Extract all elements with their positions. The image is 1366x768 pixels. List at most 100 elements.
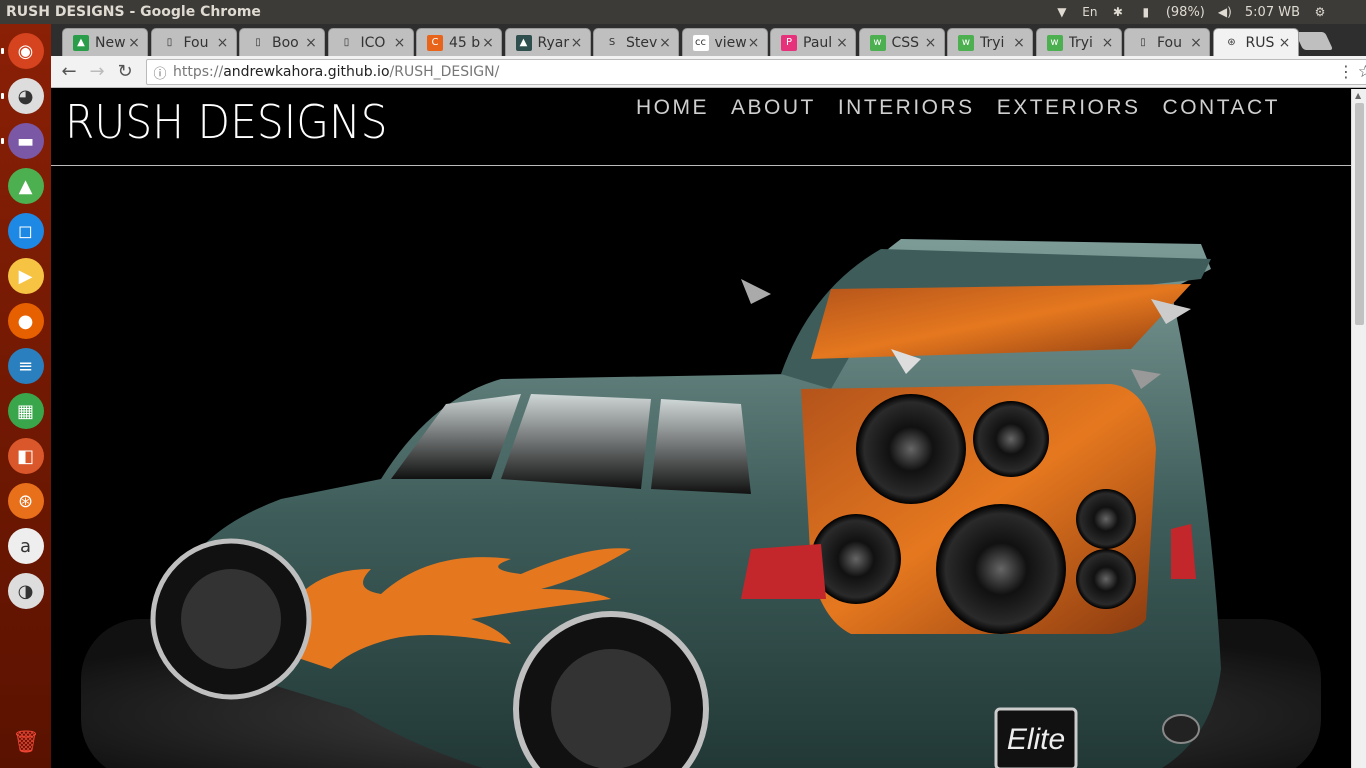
scrollbar-thumb[interactable] [1355,103,1364,325]
browser-tab[interactable]: ▲ New × [62,28,148,56]
android-studio-icon[interactable]: ▲ [7,168,44,204]
car-window-front [651,399,751,494]
chrome-tab-strip: ▲ New × ▯ Fou × ▯ Boo × ▯ ICO × C 45 b × ▲ Ryar × S Stev × cc… [51,24,1366,56]
tab-label: view [714,34,747,51]
site-brand-logo[interactable]: RUSH DESIGNS [65,95,388,149]
chrome-toolbar: ← → ↻ ⓘ https://andrewkahora.github.io/R… [51,56,1366,88]
web-page: Elite RUSH DESIGNS HOME ABOUT INTERIORS … [51,89,1351,768]
clock[interactable]: 5:07 WB [1245,5,1300,20]
tab-close-icon[interactable]: × [924,35,938,51]
browser-tab[interactable]: ▯ ICO × [327,28,414,56]
tab-close-icon[interactable]: × [127,35,141,51]
tab-label: Fou [183,34,209,51]
tab-close-icon[interactable]: × [747,35,761,51]
browser-tab[interactable]: ▯ Fou × [150,28,237,56]
calc-icon[interactable]: ▦ [7,393,44,429]
hero-car-image: Elite [81,239,1321,768]
speaker-mid-top [973,401,1049,477]
browser-tab[interactable]: ▲ Ryar × [504,28,591,56]
tab-close-icon[interactable]: × [304,35,318,51]
tab-close-icon[interactable]: × [481,35,495,51]
window-title: RUSH DESIGNS - Google Chrome [6,4,261,20]
tab-close-icon[interactable]: × [393,35,407,51]
page-scrollbar[interactable]: ▲ [1351,89,1366,768]
nav-exteriors[interactable]: EXTERIORS [997,96,1141,120]
url-scheme: https:// [173,64,224,80]
browser-tab[interactable]: ⊛ RUS × [1212,28,1299,56]
tab-label: Ryar [537,34,570,51]
header-divider [51,165,1351,166]
browser-tab[interactable]: w Tryi × [1035,28,1122,56]
battery-percent[interactable]: (98%) [1166,5,1205,20]
browser-tab[interactable]: w Tryi × [947,28,1033,56]
browser-tab[interactable]: ▯ Fou × [1124,28,1210,56]
nav-about[interactable]: ABOUT [731,96,816,120]
amazon-icon[interactable]: a [7,528,44,564]
tab-favicon-icon: ▯ [166,37,173,48]
impress-icon[interactable]: ◧ [7,438,44,474]
tab-close-icon[interactable]: × [1278,35,1292,51]
tab-label: 45 b [449,34,481,51]
writer-icon[interactable]: ≡ [7,348,44,384]
volume-icon[interactable]: ◀) [1217,5,1233,19]
license-plate-text: Elite [1007,723,1065,756]
settings-toggle-icon[interactable]: ◑ [7,573,44,609]
battery-icon[interactable]: ▮ [1138,5,1154,19]
tab-close-icon[interactable]: × [1012,35,1026,51]
tab-close-icon[interactable]: × [1101,35,1115,51]
scroll-up-arrow-icon[interactable]: ▲ [1355,91,1361,100]
trash-icon[interactable]: 🗑 [12,730,40,758]
chrome-menu-icon[interactable]: ⋮ [1338,62,1354,81]
browser-tab[interactable]: ▯ Boo × [239,28,325,56]
tab-close-icon[interactable]: × [835,35,849,51]
tab-label: New [95,34,126,51]
nav-home[interactable]: HOME [636,96,709,120]
bookmark-star-icon[interactable]: ☆ [1358,62,1366,82]
site-info-icon[interactable]: ⓘ [147,63,173,82]
system-top-panel: RUSH DESIGNS - Google Chrome ▼ En ✱ ▮ (9… [0,0,1366,24]
system-tray: ▼ En ✱ ▮ (98%) ◀) 5:07 WB ⚙ [1054,5,1366,20]
exhaust-pipe [1162,714,1200,744]
tab-label: Tryi [980,34,1005,51]
browser-tab[interactable]: w CSS × [858,28,945,56]
unity-launcher: ◉ ◕ ▬ ▲ ◻ ▶ ● ≡ ▦ ◧ ⊛ a ◑ 🗑 [0,24,51,768]
browser-tab[interactable]: C 45 b × [416,28,502,56]
bluetooth-icon[interactable]: ✱ [1110,5,1126,19]
browser-tab[interactable]: S Stev × [593,28,679,56]
tab-close-icon[interactable]: × [216,35,230,51]
tab-favicon-icon: ⊛ [1227,37,1236,48]
media-player-icon[interactable]: ▶ [7,258,44,294]
tab-label: Paul [803,34,833,51]
firefox-icon[interactable]: ● [7,303,44,339]
software-center-icon[interactable]: ⊛ [7,483,44,519]
browser-tab[interactable]: cc view × [681,28,768,56]
tab-favicon-icon: ▲ [515,34,532,51]
tab-close-icon[interactable]: × [570,35,584,51]
power-gear-icon[interactable]: ⚙ [1312,5,1328,19]
chrome-icon[interactable]: ◕ [0,78,44,114]
nav-contact[interactable]: CONTACT [1163,96,1280,120]
reload-icon[interactable]: ↻ [111,61,139,82]
keyboard-layout-icon[interactable]: En [1082,5,1098,19]
tab-close-icon[interactable]: × [1189,35,1203,51]
tab-label: Fou [1157,34,1182,51]
address-bar[interactable]: ⓘ https://andrewkahora.github.io/RUSH_DE… [146,59,1366,85]
nav-interiors[interactable]: INTERIORS [838,96,975,120]
browser-tab[interactable]: P Paul × [770,28,856,56]
back-arrow-icon[interactable]: ← [55,61,83,82]
app-icon[interactable]: ◻ [7,213,44,249]
tab-label: CSS [891,34,920,51]
ubuntu-dash-icon[interactable]: ◉ [0,33,44,69]
tab-label: Stev [626,34,658,51]
tab-favicon-icon: ▯ [1140,37,1146,48]
speaker-large-top [856,394,966,504]
tab-label: RUS [1245,34,1275,51]
url-path: /RUSH_DESIGN/ [389,64,500,80]
files-icon[interactable]: ▬ [0,123,44,159]
speaker-small-right-2 [1076,549,1136,609]
forward-arrow-icon[interactable]: → [83,61,111,82]
tab-close-icon[interactable]: × [658,35,672,51]
wifi-icon[interactable]: ▼ [1054,5,1070,19]
new-tab-button[interactable] [1294,32,1334,50]
tab-favicon-icon: w [958,34,974,51]
